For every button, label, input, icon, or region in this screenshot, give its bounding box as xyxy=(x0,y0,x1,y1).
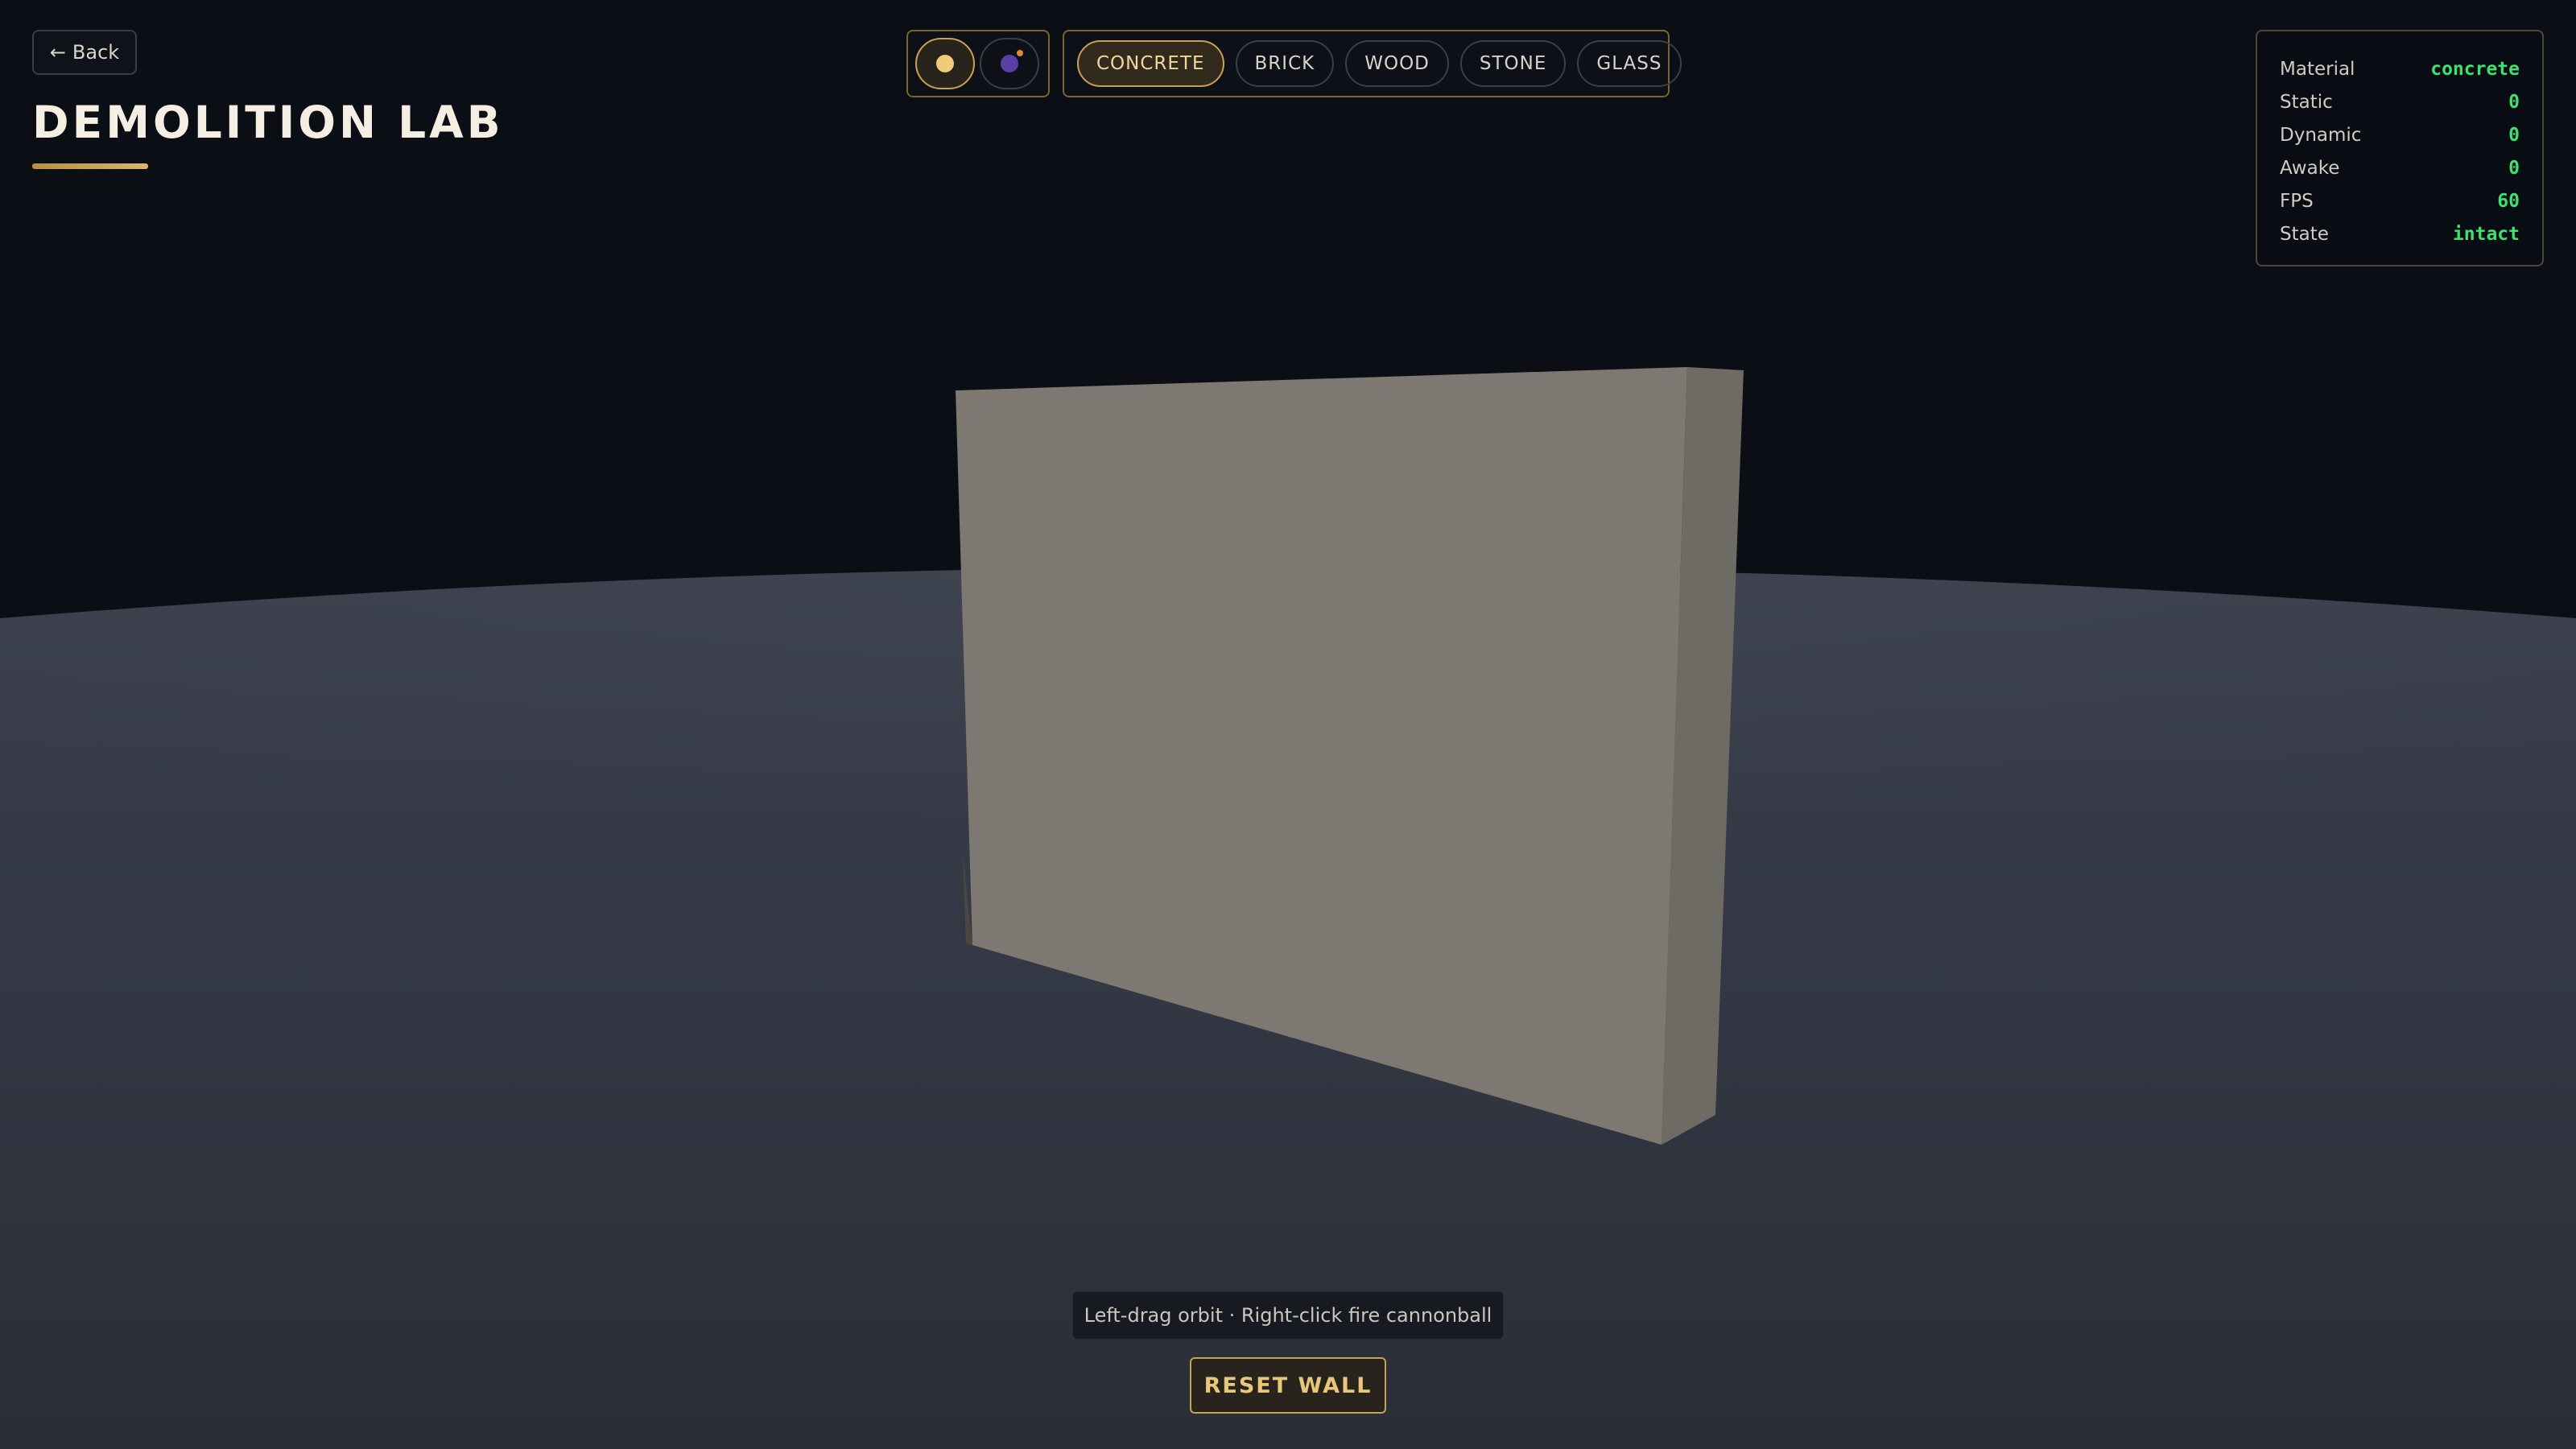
bomb-button[interactable] xyxy=(980,38,1039,89)
material-wood-button[interactable]: WOOD xyxy=(1345,40,1449,87)
stat-value: 0 xyxy=(2508,91,2520,113)
reset-wall-button[interactable]: RESET WALL xyxy=(1190,1357,1386,1414)
stat-label: Dynamic xyxy=(2280,124,2362,146)
material-stone-button[interactable]: STONE xyxy=(1459,40,1567,87)
back-button[interactable]: ← Back xyxy=(32,30,137,75)
stat-value: 0 xyxy=(2508,124,2520,146)
stat-label: FPS xyxy=(2280,190,2314,212)
viewport[interactable]: ← Back DEMOLITION LAB CONCRETE BRICK WOO… xyxy=(0,0,2576,1449)
page-title: DEMOLITION LAB xyxy=(32,97,504,148)
bomb-icon xyxy=(1001,50,1023,72)
material-selector: CONCRETE BRICK WOOD STONE GLASS xyxy=(1063,30,1682,97)
cannonball-button[interactable] xyxy=(915,38,975,89)
cannonball-icon xyxy=(936,55,954,72)
stat-value: 60 xyxy=(2497,190,2520,212)
stat-row-material: Material concrete xyxy=(2280,52,2520,85)
controls-hint: Left-drag orbit · Right-click fire canno… xyxy=(1072,1291,1504,1340)
3d-scene[interactable] xyxy=(0,0,2576,1449)
stats-panel: Material concrete Static 0 Dynamic 0 Awa… xyxy=(2256,30,2544,266)
stat-row-dynamic: Dynamic 0 xyxy=(2280,118,2520,151)
stat-label: Static xyxy=(2280,91,2333,113)
stat-value: intact xyxy=(2452,223,2520,245)
stat-label: Material xyxy=(2280,58,2355,80)
material-concrete-button[interactable]: CONCRETE xyxy=(1077,40,1224,87)
stat-label: Awake xyxy=(2280,157,2340,179)
stat-row-state: State intact xyxy=(2280,217,2520,250)
stat-row-awake: Awake 0 xyxy=(2280,151,2520,184)
material-brick-button[interactable]: BRICK xyxy=(1235,40,1335,87)
title-underline xyxy=(32,163,148,169)
stat-value: 0 xyxy=(2508,157,2520,179)
stat-row-fps: FPS 60 xyxy=(2280,184,2520,217)
left-arrow-icon: ← xyxy=(49,41,66,64)
stat-value: concrete xyxy=(2430,58,2520,80)
stat-label: State xyxy=(2280,223,2329,245)
material-glass-button[interactable]: GLASS xyxy=(1577,40,1682,87)
back-label: Back xyxy=(72,41,120,64)
ammo-selector xyxy=(906,30,1050,97)
stat-row-static: Static 0 xyxy=(2280,85,2520,118)
